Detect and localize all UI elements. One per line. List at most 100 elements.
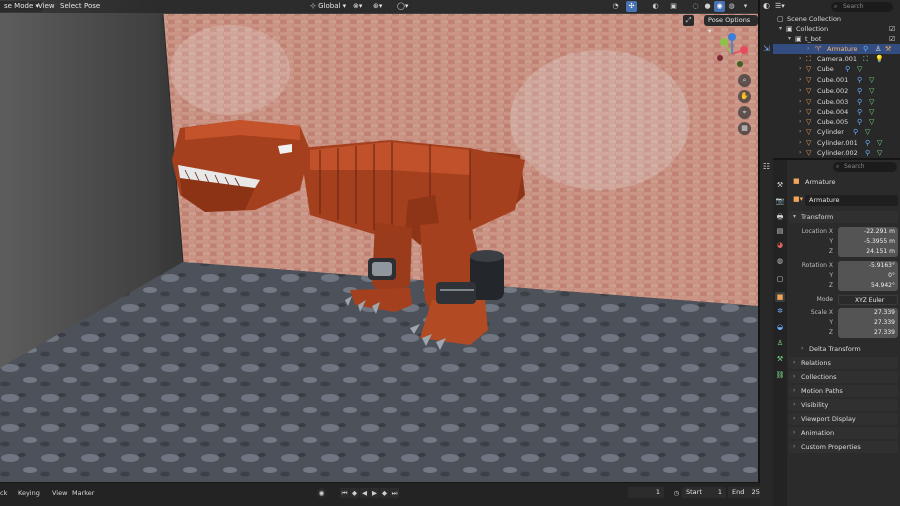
expand-triangle-icon[interactable]: ▾ [788, 34, 791, 44]
scale-y-field[interactable]: 27.339 [838, 318, 898, 328]
pose-icon[interactable]: ⚲ [863, 44, 868, 54]
rotation-x-field[interactable]: -5.9163° [838, 261, 898, 271]
properties-editor-icon[interactable]: ☷ [761, 162, 772, 173]
outliner-row-cube[interactable]: › ▽ Cube ⚲ ▽ [773, 64, 900, 74]
light-icon[interactable]: 💡 [875, 54, 884, 64]
mesh-data-icon[interactable]: ▽ [865, 127, 870, 137]
tool-settings-tab-icon[interactable]: ⚒ [775, 180, 785, 190]
shading-material[interactable]: ◉ [714, 1, 725, 12]
armature-data-icon[interactable]: ♙ [875, 44, 881, 54]
expand-triangle-icon[interactable]: › [799, 86, 801, 96]
modifier-tab-icon[interactable]: ✲ [775, 306, 785, 316]
object-browse-icon[interactable]: ■▾ [793, 195, 803, 203]
shading-options[interactable]: ▾ [740, 1, 751, 12]
pan-hand-icon[interactable]: ✋ [738, 90, 751, 103]
menu-select[interactable]: Select [60, 1, 82, 12]
overlay-toggle[interactable]: ◐ [650, 1, 661, 12]
record-icon[interactable]: ◉ [317, 488, 326, 498]
shading-rendered[interactable]: ◍ [726, 1, 737, 12]
scene-tab-icon[interactable]: ◕ [775, 240, 785, 250]
viewport-display-panel[interactable]: › Viewport Display [789, 413, 898, 425]
mesh-data-icon[interactable]: ▽ [869, 86, 874, 96]
expand-triangle-icon[interactable]: › [799, 127, 801, 137]
outliner-row-camera[interactable]: › ⛶ Camera.001 ⛶ 💡 [773, 54, 900, 64]
jump-start-icon[interactable]: ⏮ [340, 488, 349, 498]
expand-triangle-icon[interactable]: ▾ [779, 24, 782, 34]
current-frame-field[interactable]: 1 [628, 487, 664, 498]
menu-pose[interactable]: Pose [84, 1, 100, 12]
prev-keyframe-icon[interactable]: ◆ [350, 488, 359, 498]
world-tab-icon[interactable]: ◍ [775, 256, 785, 266]
custom-properties-panel[interactable]: › Custom Properties [789, 441, 898, 453]
expand-triangle-icon[interactable]: › [799, 138, 801, 148]
play-reverse-icon[interactable]: ◀ [360, 488, 369, 498]
render-tab-icon[interactable]: 📷 [775, 196, 785, 206]
checkbox-icon[interactable]: ☑ [889, 24, 895, 34]
outliner-display-mode-icon[interactable]: ☰▾ [775, 2, 785, 10]
outliner-row-collection[interactable]: ▾ ▣ Collection ☑ [773, 24, 900, 34]
object-name-field[interactable]: Armature [805, 195, 898, 206]
mesh-data-icon[interactable]: ▽ [869, 117, 874, 127]
camera-view-icon[interactable]: ⌖ [738, 106, 751, 119]
outliner-row-t-bot[interactable]: ▾ ▣ t_bot ☑ [773, 34, 900, 44]
outliner-row-armature[interactable]: › ♈ Armature ⚲ ♙ ⚒ [773, 44, 900, 54]
mesh-data-icon[interactable]: ▽ [869, 75, 874, 85]
shading-wireframe[interactable]: ◌ [690, 1, 701, 12]
outliner-filter-icon[interactable]: ⇲ [761, 44, 772, 55]
location-y-field[interactable]: -5.3955 m [838, 237, 898, 247]
keying-menu[interactable]: Keying [18, 488, 40, 498]
animation-panel[interactable]: › Animation [789, 427, 898, 439]
outliner-row-cube-001[interactable]: › ▽ Cube.001 ⚲ ▽ [773, 75, 900, 85]
delta-transform-panel[interactable]: › Delta Transform [797, 343, 898, 355]
mesh-data-icon[interactable]: ▽ [877, 148, 882, 158]
shading-solid[interactable]: ● [702, 1, 713, 12]
bone-icon[interactable]: ⚒ [885, 44, 891, 54]
bone-tab-icon[interactable]: ⚒ [775, 354, 785, 364]
editor-type-icon[interactable]: ◐ [761, 1, 772, 12]
expand-triangle-icon[interactable]: › [799, 148, 801, 158]
modifier-wrench-icon[interactable]: ⚲ [865, 148, 870, 158]
modifier-wrench-icon[interactable]: ⚲ [857, 107, 862, 117]
xray-toggle[interactable]: ▣ [668, 1, 679, 12]
menu-view[interactable]: View [38, 1, 55, 12]
collection-tab-icon[interactable]: ▢ [775, 274, 785, 284]
location-x-field[interactable]: -22.291 m [838, 227, 898, 237]
transform-panel-header[interactable]: ▾ Transform [789, 211, 898, 223]
expand-triangle-icon[interactable]: › [799, 54, 801, 64]
motion-paths-panel[interactable]: › Motion Paths [789, 385, 898, 397]
interaction-mode-dropdown[interactable]: se Mode ▾ [0, 1, 44, 12]
play-icon[interactable]: ▶ [370, 488, 379, 498]
camera-data-icon[interactable]: ⛶ [863, 54, 868, 64]
pivot-point-dropdown[interactable]: ⊗▾ [349, 1, 367, 12]
modifier-wrench-icon[interactable]: ⚲ [857, 97, 862, 107]
playback-menu[interactable]: ck [0, 488, 7, 498]
modifier-wrench-icon[interactable]: ⚲ [857, 75, 862, 85]
modifier-wrench-icon[interactable]: ⚲ [857, 117, 862, 127]
rotation-mode-dropdown[interactable]: XYZ Euler [838, 295, 898, 305]
zoom-icon[interactable]: ⌕ [738, 74, 751, 87]
outliner-row-cylinder[interactable]: › ▽ Cylinder ⚲ ▽ [773, 127, 900, 137]
checkbox-icon[interactable]: ☑ [889, 34, 895, 44]
expand-triangle-icon[interactable]: › [799, 97, 801, 107]
location-z-field[interactable]: 24.151 m [838, 247, 898, 257]
sidebar-toggle[interactable]: ⤢ [683, 15, 694, 26]
perspective-grid-icon[interactable]: ▦ [738, 122, 751, 135]
collections-panel[interactable]: › Collections [789, 371, 898, 383]
outliner-row-cube-003[interactable]: › ▽ Cube.003 ⚲ ▽ [773, 97, 900, 107]
scale-x-field[interactable]: 27.339 [838, 308, 898, 318]
marker-menu[interactable]: Marker [72, 488, 94, 498]
visibility-dropdown[interactable]: ◔ [610, 1, 621, 12]
constraints-tab-icon[interactable]: ⛓ [775, 370, 785, 380]
relations-panel[interactable]: › Relations [789, 357, 898, 369]
scene-render[interactable] [0, 0, 758, 482]
object-tab-icon[interactable]: ■ [775, 292, 785, 302]
output-tab-icon[interactable]: 🖶 [775, 212, 785, 222]
snap-dropdown[interactable]: ⊛▾ [369, 1, 387, 12]
expand-triangle-icon[interactable]: › [799, 107, 801, 117]
modifier-wrench-icon[interactable]: ⚲ [857, 86, 862, 96]
scale-z-field[interactable]: 27.339 [838, 328, 898, 338]
gizmo-toggle[interactable]: ✣ [626, 1, 637, 12]
modifier-wrench-icon[interactable]: ⚲ [853, 127, 858, 137]
axis-gizmo[interactable] [706, 30, 754, 74]
rotation-y-field[interactable]: 0° [838, 271, 898, 281]
